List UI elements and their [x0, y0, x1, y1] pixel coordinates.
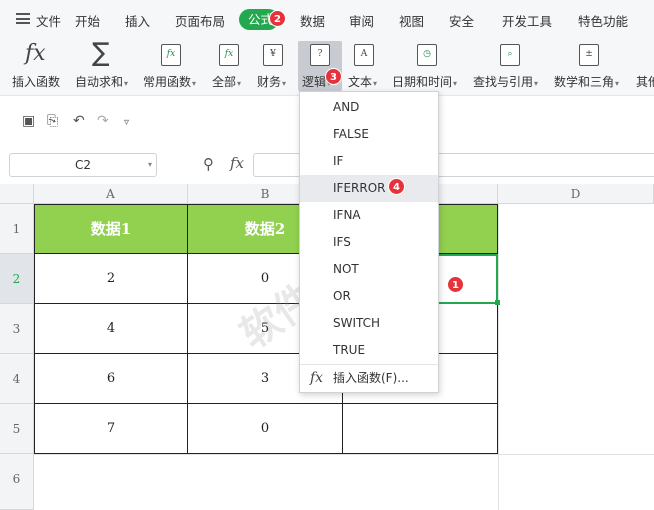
insert-function-label: 插入函数 [12, 75, 61, 89]
menu-bar: 文件 开始 插入 页面布局 公式 数据 审阅 视图 安全 开发工具 特色功能 [0, 0, 654, 38]
dropdown-item-and[interactable]: AND [300, 94, 438, 121]
step-badge-2: 2 [269, 10, 286, 27]
row-header-1[interactable]: 1 [0, 204, 34, 254]
lookup-label: 查找与引用▾ [473, 75, 539, 89]
cell-a2[interactable]: 2 [34, 254, 188, 304]
finance-label: 财务▾ [257, 75, 287, 89]
other-functions-button[interactable]: 其他 [634, 38, 654, 94]
all-functions-button[interactable]: fx 全部▾ [212, 38, 252, 94]
row-header-5[interactable]: 5 [0, 404, 34, 454]
insert-function-button[interactable]: fx 插入函数 [12, 38, 64, 94]
fill-handle[interactable] [495, 300, 500, 305]
common-functions-label: 常用函数▾ [143, 75, 197, 89]
text-button[interactable]: A 文本▾ [348, 38, 388, 94]
all-functions-icon: fx [219, 44, 239, 66]
insert-function-label: 插入函数(F)... [333, 371, 409, 385]
fx-icon: fx [310, 370, 324, 386]
menu-view[interactable]: 视图 [399, 11, 424, 30]
gridline [34, 454, 654, 455]
clock-icon: ◷ [417, 44, 437, 66]
column-header-d[interactable]: D [498, 184, 654, 204]
row-header-3[interactable]: 3 [0, 304, 34, 354]
cell-c5[interactable] [343, 404, 498, 454]
magnifier-book-icon: ⌕ [500, 44, 520, 66]
dropdown-item-ifs[interactable]: IFS [300, 229, 438, 256]
cell-a1[interactable]: 数据1 [34, 204, 188, 254]
common-functions-button[interactable]: fx 常用函数▾ [143, 38, 203, 94]
dropdown-item-true[interactable]: TRUE [300, 337, 438, 364]
fx-icon[interactable]: fx [230, 154, 244, 172]
select-all-corner[interactable] [0, 184, 34, 204]
logic-functions-dropdown: AND FALSE IF IFERROR IFNA IFS NOT OR SWI… [299, 91, 439, 393]
menu-home[interactable]: 开始 [75, 11, 100, 30]
menu-file[interactable]: 文件 [36, 11, 61, 30]
save-icon[interactable]: ▣ [22, 113, 35, 129]
question-book-icon: ? [310, 44, 330, 66]
name-box-value: C2 [74, 158, 91, 172]
dropdown-item-not[interactable]: NOT [300, 256, 438, 283]
menu-features[interactable]: 特色功能 [578, 11, 628, 30]
menu-data[interactable]: 数据 [300, 11, 325, 30]
math-button[interactable]: ± 数学和三角▾ [554, 38, 626, 94]
row-header-4[interactable]: 4 [0, 354, 34, 404]
dropdown-item-ifna[interactable]: IFNA [300, 202, 438, 229]
datetime-label: 日期和时间▾ [392, 75, 458, 89]
cell-a3[interactable]: 4 [34, 304, 188, 354]
customize-chevron-icon[interactable]: ▿ [124, 117, 129, 128]
step-badge-1: 1 [447, 276, 464, 293]
datetime-button[interactable]: ◷ 日期和时间▾ [392, 38, 462, 94]
dropdown-item-switch[interactable]: SWITCH [300, 310, 438, 337]
menu-review[interactable]: 审阅 [349, 11, 374, 30]
sigma-icon: ∑ [92, 38, 110, 68]
finance-button[interactable]: ¥ 财务▾ [257, 38, 297, 94]
other-functions-label: 其他 [636, 75, 654, 89]
fx-icon: fx [25, 41, 46, 66]
dropdown-item-false[interactable]: FALSE [300, 121, 438, 148]
dropdown-item-if[interactable]: IF [300, 148, 438, 175]
text-a-icon: A [354, 44, 374, 66]
menu-page-layout[interactable]: 页面布局 [175, 11, 225, 30]
undo-icon[interactable]: ↶ [73, 113, 85, 129]
lookup-button[interactable]: ⌕ 查找与引用▾ [473, 38, 545, 94]
step-badge-3: 3 [325, 68, 342, 85]
redo-icon[interactable]: ↷ [97, 113, 109, 129]
text-label: 文本▾ [348, 75, 378, 89]
dropdown-item-or[interactable]: OR [300, 283, 438, 310]
gridline [498, 204, 499, 510]
cell-b5[interactable]: 0 [188, 404, 343, 454]
cell-a5[interactable]: 7 [34, 404, 188, 454]
print-preview-icon[interactable]: ⎘ [47, 113, 58, 129]
hamburger-menu-icon[interactable] [16, 13, 30, 24]
row-header-2[interactable]: 2 [0, 254, 34, 304]
spreadsheet-window: 文件 开始 插入 页面布局 公式 数据 审阅 视图 安全 开发工具 特色功能 f… [0, 0, 654, 510]
yen-icon: ¥ [263, 44, 283, 66]
name-box[interactable]: C2 ▾ [9, 153, 157, 177]
step-badge-4: 4 [388, 178, 405, 195]
menu-developer[interactable]: 开发工具 [502, 11, 552, 30]
dropdown-item-iferror[interactable]: IFERROR [300, 175, 438, 202]
autosum-button[interactable]: ∑ 自动求和▾ [75, 38, 133, 94]
row-header-6[interactable]: 6 [0, 454, 34, 510]
math-label: 数学和三角▾ [554, 75, 620, 89]
autosum-label: 自动求和▾ [75, 75, 129, 89]
common-functions-icon: fx [161, 44, 181, 66]
all-functions-label: 全部▾ [212, 75, 242, 89]
logic-button[interactable]: ? 逻辑▾ [302, 38, 342, 94]
column-header-a[interactable]: A [34, 184, 188, 204]
chevron-down-icon[interactable]: ▾ [148, 154, 152, 176]
dropdown-insert-function[interactable]: fx 插入函数(F)... [300, 365, 438, 392]
cell-a4[interactable]: 6 [34, 354, 188, 404]
zoom-icon[interactable]: ⚲ [203, 155, 214, 173]
plus-minus-icon: ± [579, 44, 599, 66]
menu-insert[interactable]: 插入 [125, 11, 150, 30]
menu-security[interactable]: 安全 [449, 11, 474, 30]
